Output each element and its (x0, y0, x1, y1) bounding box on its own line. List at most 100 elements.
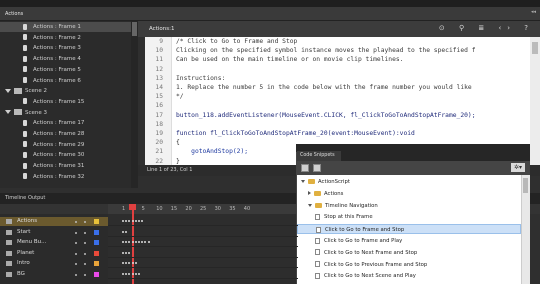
code-line[interactable]: Can be used on the main timeline or on m… (176, 56, 403, 63)
lock-dot[interactable] (84, 231, 86, 234)
snippets-scroll-thumb[interactable] (523, 178, 528, 193)
snippet-item[interactable]: Stop at this Frame (297, 212, 521, 222)
timeline-layer[interactable]: Actions (0, 217, 108, 226)
keyframe[interactable] (128, 251, 131, 254)
keyframe[interactable] (138, 241, 140, 243)
tree-item[interactable]: Actions : Frame 32 (0, 172, 138, 182)
keyframe[interactable] (125, 230, 128, 233)
snippet-folder[interactable]: Timeline Navigation (297, 201, 521, 211)
code-scrollbar[interactable] (530, 37, 540, 165)
timeline-layer[interactable]: BG (0, 270, 108, 279)
keyframe[interactable] (134, 241, 137, 243)
visibility-dot[interactable] (75, 273, 77, 276)
snippet-item[interactable]: Click to Go to Previous Frame and Stop (297, 260, 521, 270)
tree-item[interactable]: Actions : Frame 17 (0, 118, 138, 128)
frame-row[interactable] (108, 259, 298, 268)
keyframe[interactable] (125, 241, 128, 243)
tab-actions-1[interactable]: Actions:1 (149, 26, 174, 32)
keyframe[interactable] (128, 272, 131, 275)
options-gear-icon[interactable]: ✲▾ (511, 163, 525, 172)
keyframe[interactable] (125, 262, 128, 264)
code-line[interactable]: Clicking on the specified symbol instanc… (176, 47, 476, 54)
chevron-down-icon[interactable] (301, 180, 305, 183)
keyframe[interactable] (128, 241, 131, 243)
tree-item[interactable]: Actions : Frame 6 (0, 76, 138, 86)
keyframe[interactable] (122, 230, 124, 233)
code-line[interactable]: Instructions: (176, 75, 225, 82)
lock-dot[interactable] (84, 221, 86, 223)
tree-item[interactable]: Actions : Frame 1 (0, 22, 138, 32)
keyframe[interactable] (122, 262, 124, 264)
keyframe[interactable] (125, 272, 128, 275)
collapse-icon[interactable]: ◂◂ (531, 9, 536, 15)
copy-snippet-icon[interactable] (313, 164, 321, 172)
frame-row[interactable] (108, 228, 298, 237)
lock-dot[interactable] (84, 252, 86, 255)
code-line[interactable]: function fl_ClickToGoToAndStopAtFrame_20… (176, 130, 415, 137)
snippet-item[interactable]: Click to Go to Frame and Stop (297, 224, 521, 235)
tree-scene[interactable]: Scene 2 (0, 86, 138, 96)
tab-output[interactable]: Output (28, 195, 45, 201)
tab-timeline[interactable]: Timeline (5, 195, 26, 201)
timeline-layer[interactable]: Planet (0, 249, 108, 258)
frame-row[interactable] (108, 249, 298, 258)
tree-item[interactable]: Actions : Frame 29 (0, 140, 138, 150)
tree-scrollbar[interactable] (131, 21, 138, 188)
lock-dot[interactable] (84, 273, 86, 276)
code-line[interactable]: { (176, 139, 180, 146)
snippet-item[interactable]: Click to Go to Next Scene and Play (297, 271, 521, 281)
keyframe[interactable] (122, 272, 124, 275)
timeline-layer[interactable]: Menu Bu... (0, 238, 108, 247)
tree-item[interactable]: Actions : Frame 5 (0, 65, 138, 75)
frame-row[interactable] (108, 217, 298, 226)
keyframe[interactable] (141, 220, 144, 222)
layer-color-swatch[interactable] (94, 261, 99, 266)
code-line[interactable]: gotoAndStop(2); (176, 148, 248, 155)
keyframe[interactable] (122, 251, 124, 254)
expand-triangle-icon[interactable] (5, 88, 11, 93)
code-line[interactable]: 1. Replace the number 5 in the code belo… (176, 84, 472, 91)
apply-snippet-icon[interactable] (301, 164, 309, 172)
keyframe[interactable] (144, 241, 147, 243)
layer-color-swatch[interactable] (94, 229, 99, 235)
keyframe[interactable] (131, 241, 134, 243)
keyframe[interactable] (131, 220, 134, 222)
tree-item[interactable]: Actions : Frame 31 (0, 161, 138, 171)
keyframe[interactable] (138, 272, 140, 275)
layer-color-swatch[interactable] (94, 271, 99, 277)
tree-item[interactable]: Actions : Frame 2 (0, 33, 138, 43)
code-line[interactable]: button_118.addEventListener(MouseEvent.C… (176, 112, 476, 119)
keyframe[interactable] (125, 251, 128, 254)
snippets-title[interactable]: Code Snippets (297, 151, 341, 161)
layer-color-swatch[interactable] (94, 250, 99, 256)
expand-triangle-icon[interactable] (5, 110, 11, 115)
keyframe[interactable] (134, 262, 137, 264)
tree-item[interactable]: Actions : Frame 30 (0, 150, 138, 160)
keyframe[interactable] (128, 262, 131, 264)
tree-item[interactable]: Actions : Frame 15 (0, 97, 138, 107)
tree-item[interactable]: Actions : Frame 4 (0, 54, 138, 64)
code-line[interactable]: */ (176, 93, 184, 100)
code-line[interactable]: } (176, 158, 180, 165)
visibility-dot[interactable] (75, 252, 77, 255)
tree-scene[interactable]: Scene 3 (0, 108, 138, 118)
keyframe[interactable] (122, 241, 124, 243)
layer-color-swatch[interactable] (94, 219, 99, 224)
snippet-folder[interactable]: Actions (297, 189, 521, 199)
visibility-dot[interactable] (75, 221, 77, 223)
tree-item[interactable]: Actions : Frame 3 (0, 43, 138, 53)
code-scroll-thumb[interactable] (532, 42, 538, 54)
keyframe[interactable] (138, 220, 140, 222)
snippet-item[interactable]: Click to Go to Next Frame and Stop (297, 248, 521, 258)
frame-row[interactable] (108, 238, 298, 247)
keyframe[interactable] (122, 220, 124, 222)
keyframe[interactable] (131, 272, 134, 275)
timeline-layer[interactable]: Intro (0, 259, 108, 268)
timeline-layer[interactable]: Start (0, 228, 108, 237)
keyframe[interactable] (134, 272, 137, 275)
visibility-dot[interactable] (75, 231, 77, 234)
snippet-folder[interactable]: ActionScript (297, 177, 521, 187)
frame-row[interactable] (108, 270, 298, 279)
keyframe[interactable] (125, 220, 128, 222)
visibility-dot[interactable] (75, 242, 77, 244)
